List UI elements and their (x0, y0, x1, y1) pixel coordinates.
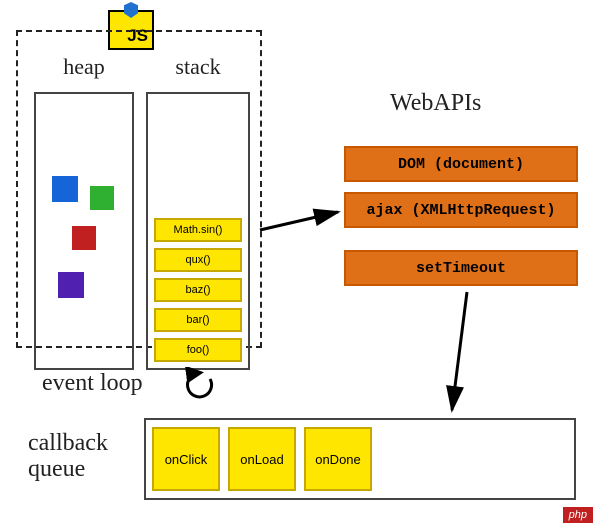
stack-frame: bar() (154, 308, 242, 332)
stack-frame: baz() (154, 278, 242, 302)
arrow-webapis-to-callback (442, 290, 492, 420)
callback-item: onDone (304, 427, 372, 491)
webapi-item-ajax: ajax (XMLHttpRequest) (344, 192, 578, 228)
stack-frame: foo() (154, 338, 242, 362)
shield-icon (124, 2, 138, 18)
stack-frame: Math.sin() (154, 218, 242, 242)
heap-object (90, 186, 114, 210)
watermark: php (563, 507, 593, 523)
event-loop-label: event loop (42, 370, 143, 397)
callback-item: onLoad (228, 427, 296, 491)
callback-queue-label: callback queue (28, 430, 108, 483)
callback-queue: onClick onLoad onDone (144, 418, 576, 500)
stack-frame: qux() (154, 248, 242, 272)
stack-label: stack (148, 54, 248, 80)
callback-item: onClick (152, 427, 220, 491)
webapi-item-dom: DOM (document) (344, 146, 578, 182)
webapi-item-settimeout: setTimeout (344, 250, 578, 286)
heap-column: heap (34, 92, 134, 370)
loop-arrow-icon (180, 367, 220, 407)
webapis-title: WebAPIs (390, 90, 481, 117)
js-runtime-container: heap stack Math.sin() qux() baz() bar() … (16, 30, 262, 348)
stack-column: stack Math.sin() qux() baz() bar() foo() (146, 92, 250, 370)
heap-object (72, 226, 96, 250)
stack-frames-list: Math.sin() qux() baz() bar() foo() (154, 218, 242, 362)
heap-object (58, 272, 84, 298)
heap-object (52, 176, 78, 202)
heap-label: heap (36, 54, 132, 80)
arrow-stack-to-webapis (258, 206, 348, 240)
